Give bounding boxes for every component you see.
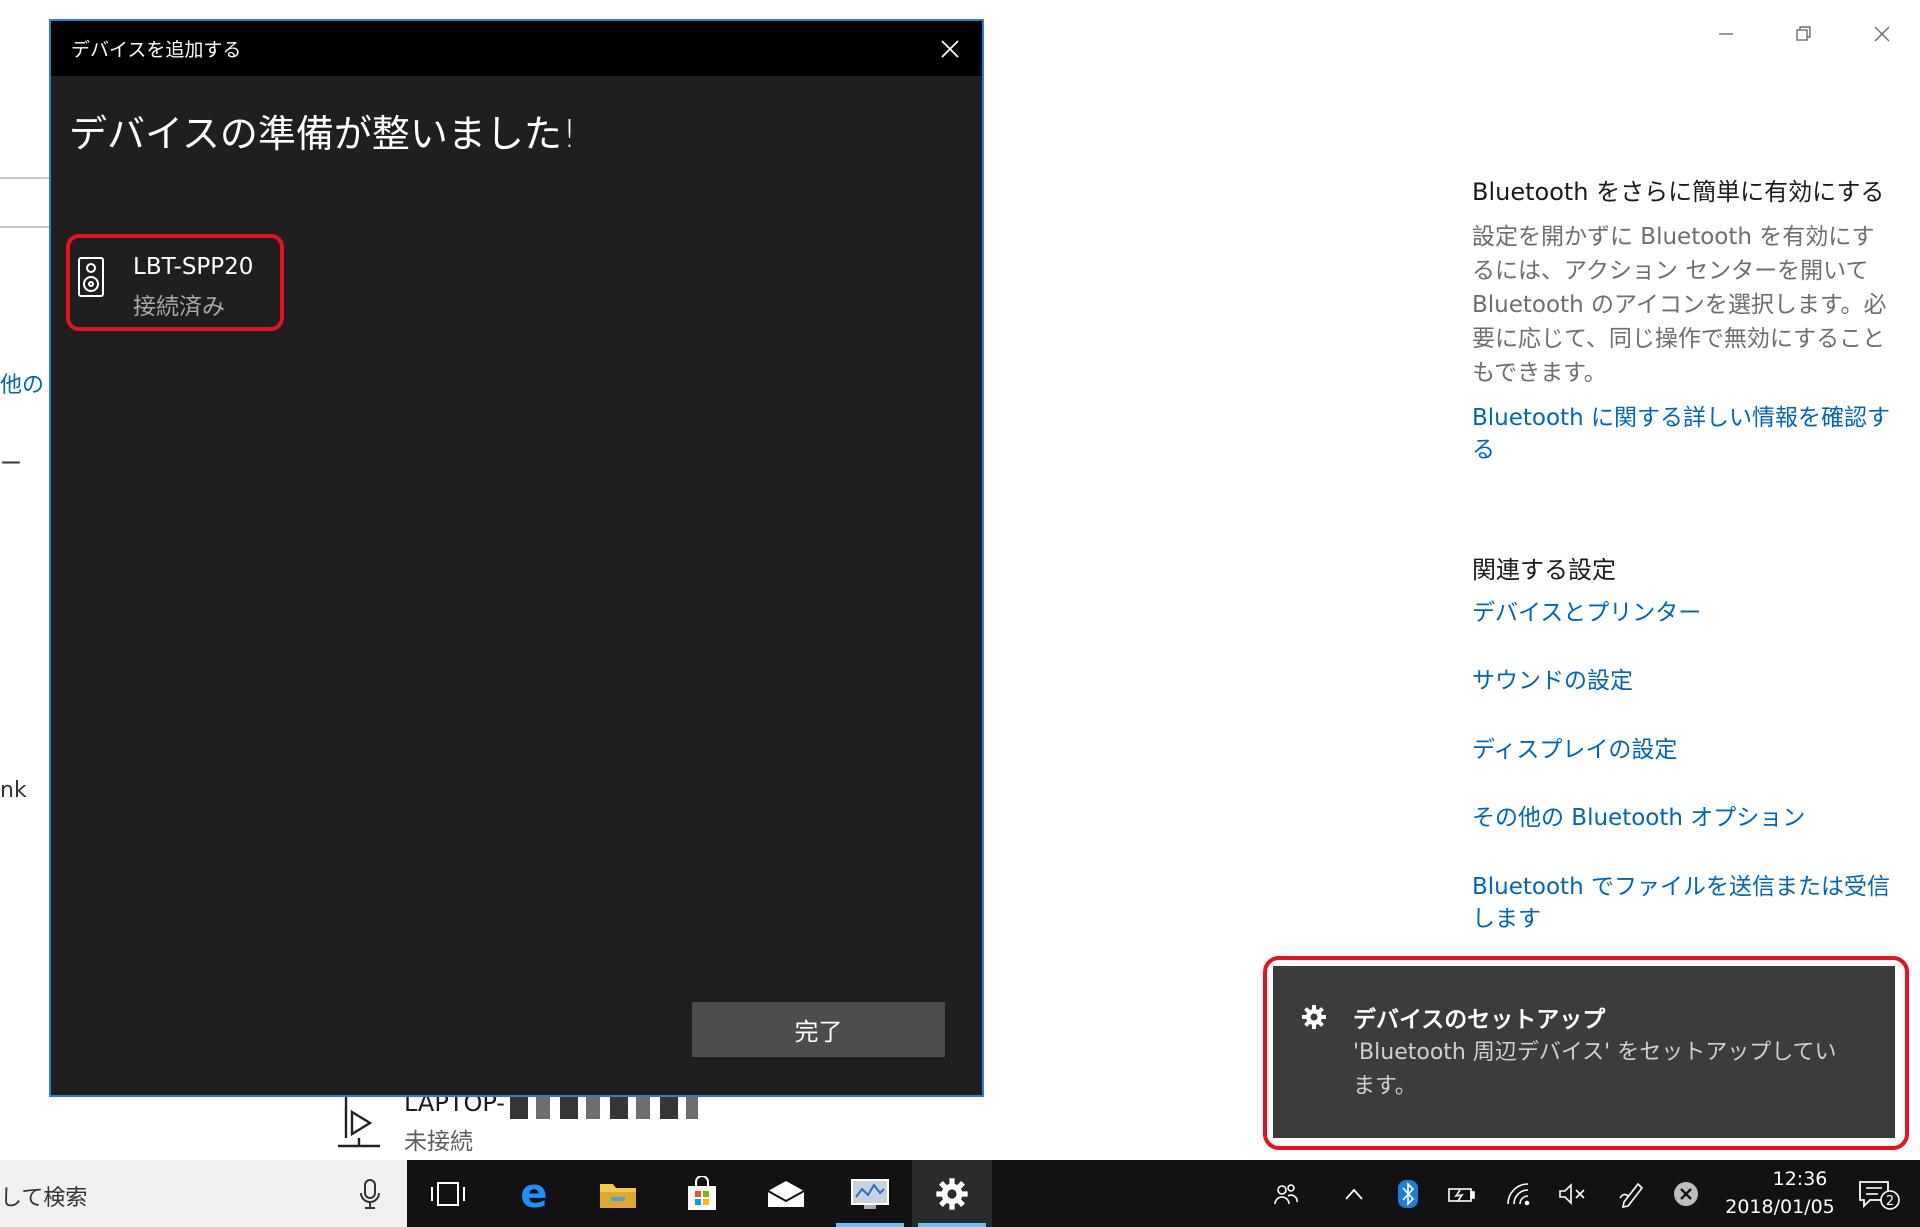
devices-printers-link[interactable]: デバイスとプリンター [1472,597,1892,629]
cut-off-link-fragment[interactable]: 他の [0,367,44,399]
bluetooth-icon [1398,1179,1418,1208]
pen-workspace-button[interactable] [1612,1160,1652,1227]
error-icon [1674,1181,1698,1206]
bluetooth-learn-more-link[interactable]: Bluetooth に関する詳しい情報を確認する [1472,402,1892,466]
gear-icon [1302,1005,1326,1029]
mail-icon [767,1180,805,1207]
notification-count: 2 [1886,1194,1894,1209]
show-hidden-icons-button[interactable] [1334,1160,1374,1227]
edge-button[interactable]: e [494,1160,574,1227]
edge-icon: e [520,1176,547,1212]
device-status: 接続済み [133,294,225,320]
minimize-icon [1719,33,1733,35]
done-button[interactable]: 完了 [692,1002,945,1057]
wifi-icon [1507,1182,1530,1205]
search-placeholder: して検索 [0,1186,88,1211]
file-explorer-icon [600,1183,636,1208]
pen-icon [1619,1182,1644,1208]
store-icon [688,1175,716,1210]
running-indicator [836,1223,904,1227]
add-device-dialog: デバイスを追加する デバイスの準備が整いました! LBT-SPP20 接続済み … [49,19,984,1097]
svg-text:e: e [520,1176,547,1212]
send-receive-files-link[interactable]: Bluetooth でファイルを送信または受信します [1472,871,1892,935]
toast-message: 'Bluetooth 周辺デバイス' をセットアップしています。 [1353,1040,1837,1099]
close-icon [1874,26,1890,42]
window-close-button[interactable] [1854,14,1910,54]
monitor-app-button[interactable] [830,1160,910,1227]
notification-icon: 2 [1859,1180,1900,1210]
battery-button[interactable] [1442,1160,1482,1227]
dialog-titlebar: デバイスを追加する [51,21,982,76]
media-device-icon [338,1092,380,1148]
more-bluetooth-options-link[interactable]: その他の Bluetooth オプション [1472,802,1892,834]
display-settings-link[interactable]: ディスプレイの設定 [1472,734,1892,766]
speaker-icon [78,257,104,297]
quick-enable-heading: Bluetooth をさらに簡単に有効にする [1472,178,1885,206]
monitor-app-icon [851,1178,889,1209]
people-icon [1274,1183,1298,1204]
task-view-button[interactable] [408,1160,488,1227]
divider-line [0,226,52,228]
store-button[interactable] [662,1160,742,1227]
cut-off-text-fragment: ー [0,452,23,477]
quick-enable-description: 設定を開かずに Bluetooth を有効にするには、アクション センターを開い… [1472,224,1887,386]
window-restore-button[interactable] [1776,14,1832,54]
taskbar-search-box[interactable]: して検索 [0,1160,407,1227]
restore-icon [1796,26,1811,41]
chevron-up-icon [1345,1188,1363,1200]
network-button[interactable] [1500,1160,1540,1227]
settings-button[interactable] [912,1160,992,1227]
volume-muted-icon [1559,1182,1585,1205]
battery-charging-icon [1448,1187,1475,1202]
bluetooth-tray-button[interactable] [1388,1160,1428,1227]
dialog-title: デバイスを追加する [71,39,242,61]
file-explorer-button[interactable] [578,1160,658,1227]
sound-settings-link[interactable]: サウンドの設定 [1472,665,1892,697]
action-center-button[interactable]: 2 [1848,1160,1908,1227]
redacted-text [510,1095,698,1119]
clock-time[interactable]: 12:36 [1740,1168,1860,1190]
mail-button[interactable] [746,1160,826,1227]
device-name[interactable]: LBT-SPP20 [133,254,253,280]
toast-title: デバイスのセットアップ [1353,1007,1606,1033]
running-indicator [918,1223,986,1227]
cut-off-text-fragment: nk [0,778,27,803]
people-button[interactable] [1266,1160,1306,1227]
clock-date[interactable]: 2018/01/05 [1700,1196,1860,1218]
related-settings-heading: 関連する設定 [1472,556,1616,584]
dialog-close-button[interactable] [928,27,972,71]
device-list-status: 未接続 [404,1129,473,1155]
window-minimize-button[interactable] [1698,14,1754,54]
divider-line [0,177,52,179]
microphone-icon[interactable] [358,1178,382,1210]
taskbar: して検索 e 12:36 2018/01/05 2 [0,1160,1920,1227]
close-icon [941,40,959,58]
settings-icon [936,1177,968,1210]
volume-button[interactable] [1552,1160,1592,1227]
device-setup-toast[interactable]: デバイスのセットアップ 'Bluetooth 周辺デバイス' をセットアップして… [1273,966,1895,1138]
task-view-icon [431,1181,465,1206]
dialog-heading: デバイスの準備が整いました! [69,112,578,156]
